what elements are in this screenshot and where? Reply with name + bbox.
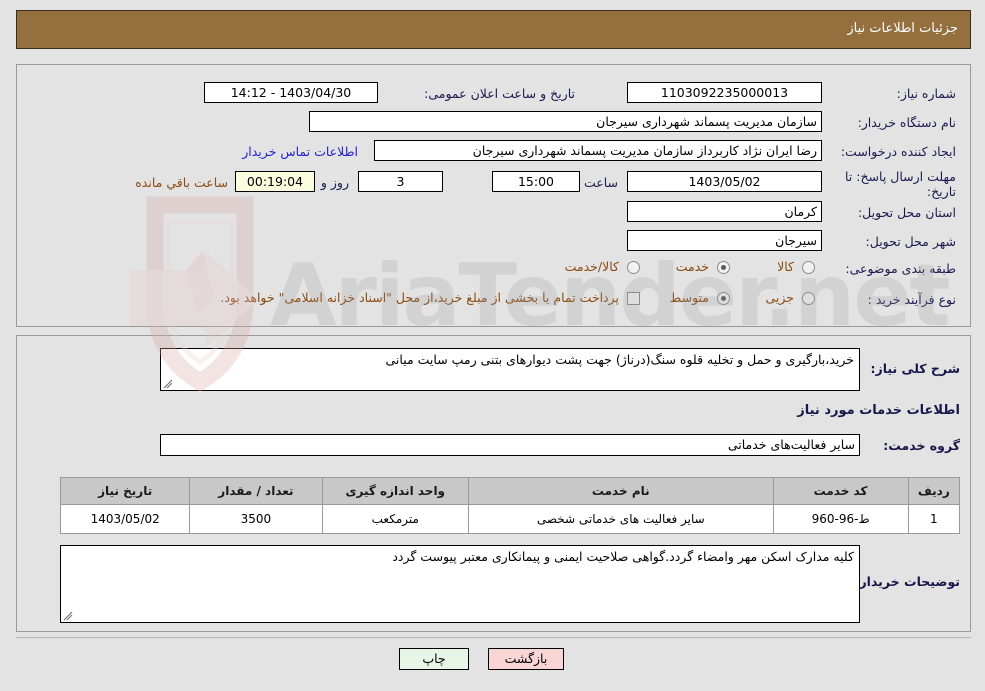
th-row-index: ردیف [907, 477, 961, 505]
radio-process-motavaset-label: متوسط [669, 290, 709, 305]
radio-category-kala-khedmat-label: کالا/خدمت [564, 259, 619, 274]
buyer-org-value[interactable]: سازمان مدیریت پسماند شهرداری سیرجان [309, 111, 822, 132]
page-root: AriaTender.net جزئیات اطلاعات نیاز شماره… [0, 0, 985, 691]
category-label: طبقه بندی موضوعی: [845, 261, 956, 276]
deadline-hour-value[interactable]: 15:00 [492, 171, 580, 192]
th-quantity: تعداد / مقدار [189, 477, 323, 505]
checkbox-islamic-treasury-label: پرداخت تمام یا بخشی از مبلغ خرید،از محل … [220, 290, 619, 305]
announce-datetime-label: تاریخ و ساعت اعلان عمومی: [424, 86, 575, 101]
city-value[interactable]: سیرجان [627, 230, 822, 251]
td-quantity: 3500 [189, 504, 323, 534]
radio-category-khedmat[interactable] [717, 261, 730, 274]
deadline-label: مهلت ارسال پاسخ: تا تاریخ: [845, 169, 956, 199]
radio-process-jozii-label: جزیی [765, 290, 794, 305]
radio-category-khedmat-label: خدمت [675, 259, 709, 274]
print-button[interactable]: چاپ [399, 648, 469, 670]
footer-divider [16, 637, 971, 638]
service-group-value[interactable]: سایر فعالیت‌های خدماتی [160, 434, 860, 456]
td-unit: مترمکعب [321, 504, 470, 534]
radio-process-motavaset[interactable] [717, 292, 730, 305]
radio-process-jozii[interactable] [802, 292, 815, 305]
td-need-date: 1403/05/02 [59, 504, 191, 534]
radio-category-kala[interactable] [802, 261, 815, 274]
announce-datetime-value[interactable]: 1403/04/30 - 14:12 [204, 82, 378, 103]
th-service-name: نام خدمت [468, 477, 774, 505]
buyer-notes-label: توضیحات خریدار: [854, 574, 960, 589]
city-label: شهر محل تحویل: [865, 234, 956, 249]
th-unit: واحد اندازه گیری [321, 477, 470, 505]
table-row[interactable]: 1 ط-96-960 سایر فعالیت های خدماتی شخصی م… [59, 504, 961, 534]
resize-handle-icon[interactable] [163, 379, 173, 389]
need-number-value[interactable]: 1103092235000013 [627, 82, 822, 103]
need-number-label: شماره نیاز: [896, 86, 956, 101]
deadline-hour-label: ساعت [583, 175, 618, 190]
table-header-row: ردیف کد خدمت نام خدمت واحد اندازه گیری ت… [59, 477, 961, 505]
countdown-suffix-label: ساعت باقي مانده [135, 175, 228, 190]
radio-category-kala-khedmat[interactable] [627, 261, 640, 274]
buyer-contact-link[interactable]: اطلاعات تماس خریدار [242, 144, 358, 159]
td-service-code: ط-96-960 [772, 504, 909, 534]
deadline-date-value[interactable]: 1403/05/02 [627, 171, 822, 192]
province-value[interactable]: کرمان [627, 201, 822, 222]
td-service-name: سایر فعالیت های خدماتی شخصی [468, 504, 774, 534]
back-button[interactable]: بازگشت [488, 648, 564, 670]
services-section-heading: اطلاعات خدمات مورد نیاز [797, 403, 960, 418]
th-service-code: کد خدمت [772, 477, 909, 505]
description-label: شرح کلی نیاز: [870, 361, 960, 376]
resize-handle-icon[interactable] [63, 611, 73, 621]
th-need-date: تاریخ نیاز [59, 477, 191, 505]
countdown-timer: 00:19:04 [235, 171, 315, 192]
services-table: ردیف کد خدمت نام خدمت واحد اندازه گیری ت… [59, 477, 961, 534]
process-type-label: نوع فرآیند خرید : [867, 292, 956, 307]
radio-category-kala-label: کالا [777, 259, 794, 274]
td-row-index: 1 [907, 504, 961, 534]
buyer-org-label: نام دستگاه خریدار: [857, 115, 956, 130]
checkbox-islamic-treasury[interactable] [627, 292, 640, 305]
page-title: جزئیات اطلاعات نیاز [847, 21, 958, 36]
requester-value[interactable]: رضا ایران نژاد کاربرداز سازمان مدیریت پس… [374, 140, 822, 161]
remaining-days-value[interactable]: 3 [358, 171, 443, 192]
province-label: استان محل تحویل: [857, 205, 956, 220]
buyer-notes-textarea[interactable]: کلیه مدارک اسکن مهر وامضاء گردد.گواهی صل… [60, 545, 860, 623]
page-header: جزئیات اطلاعات نیاز [16, 10, 971, 49]
description-textarea[interactable]: خرید،بارگیری و حمل و تخلیه قلوه سنگ(درنا… [160, 348, 860, 391]
requester-label: ایجاد کننده درخواست: [840, 144, 956, 159]
need-info-panel: شماره نیاز: 1103092235000013 تاریخ و ساع… [16, 64, 971, 327]
buyer-notes-text: کلیه مدارک اسکن مهر وامضاء گردد.گواهی صل… [392, 549, 854, 564]
description-text: خرید،بارگیری و حمل و تخلیه قلوه سنگ(درنا… [385, 352, 855, 367]
service-group-label: گروه خدمت: [883, 438, 960, 453]
remaining-days-unit: روز و [320, 175, 349, 190]
need-details-panel: شرح کلی نیاز: خرید،بارگیری و حمل و تخلیه… [16, 335, 971, 632]
